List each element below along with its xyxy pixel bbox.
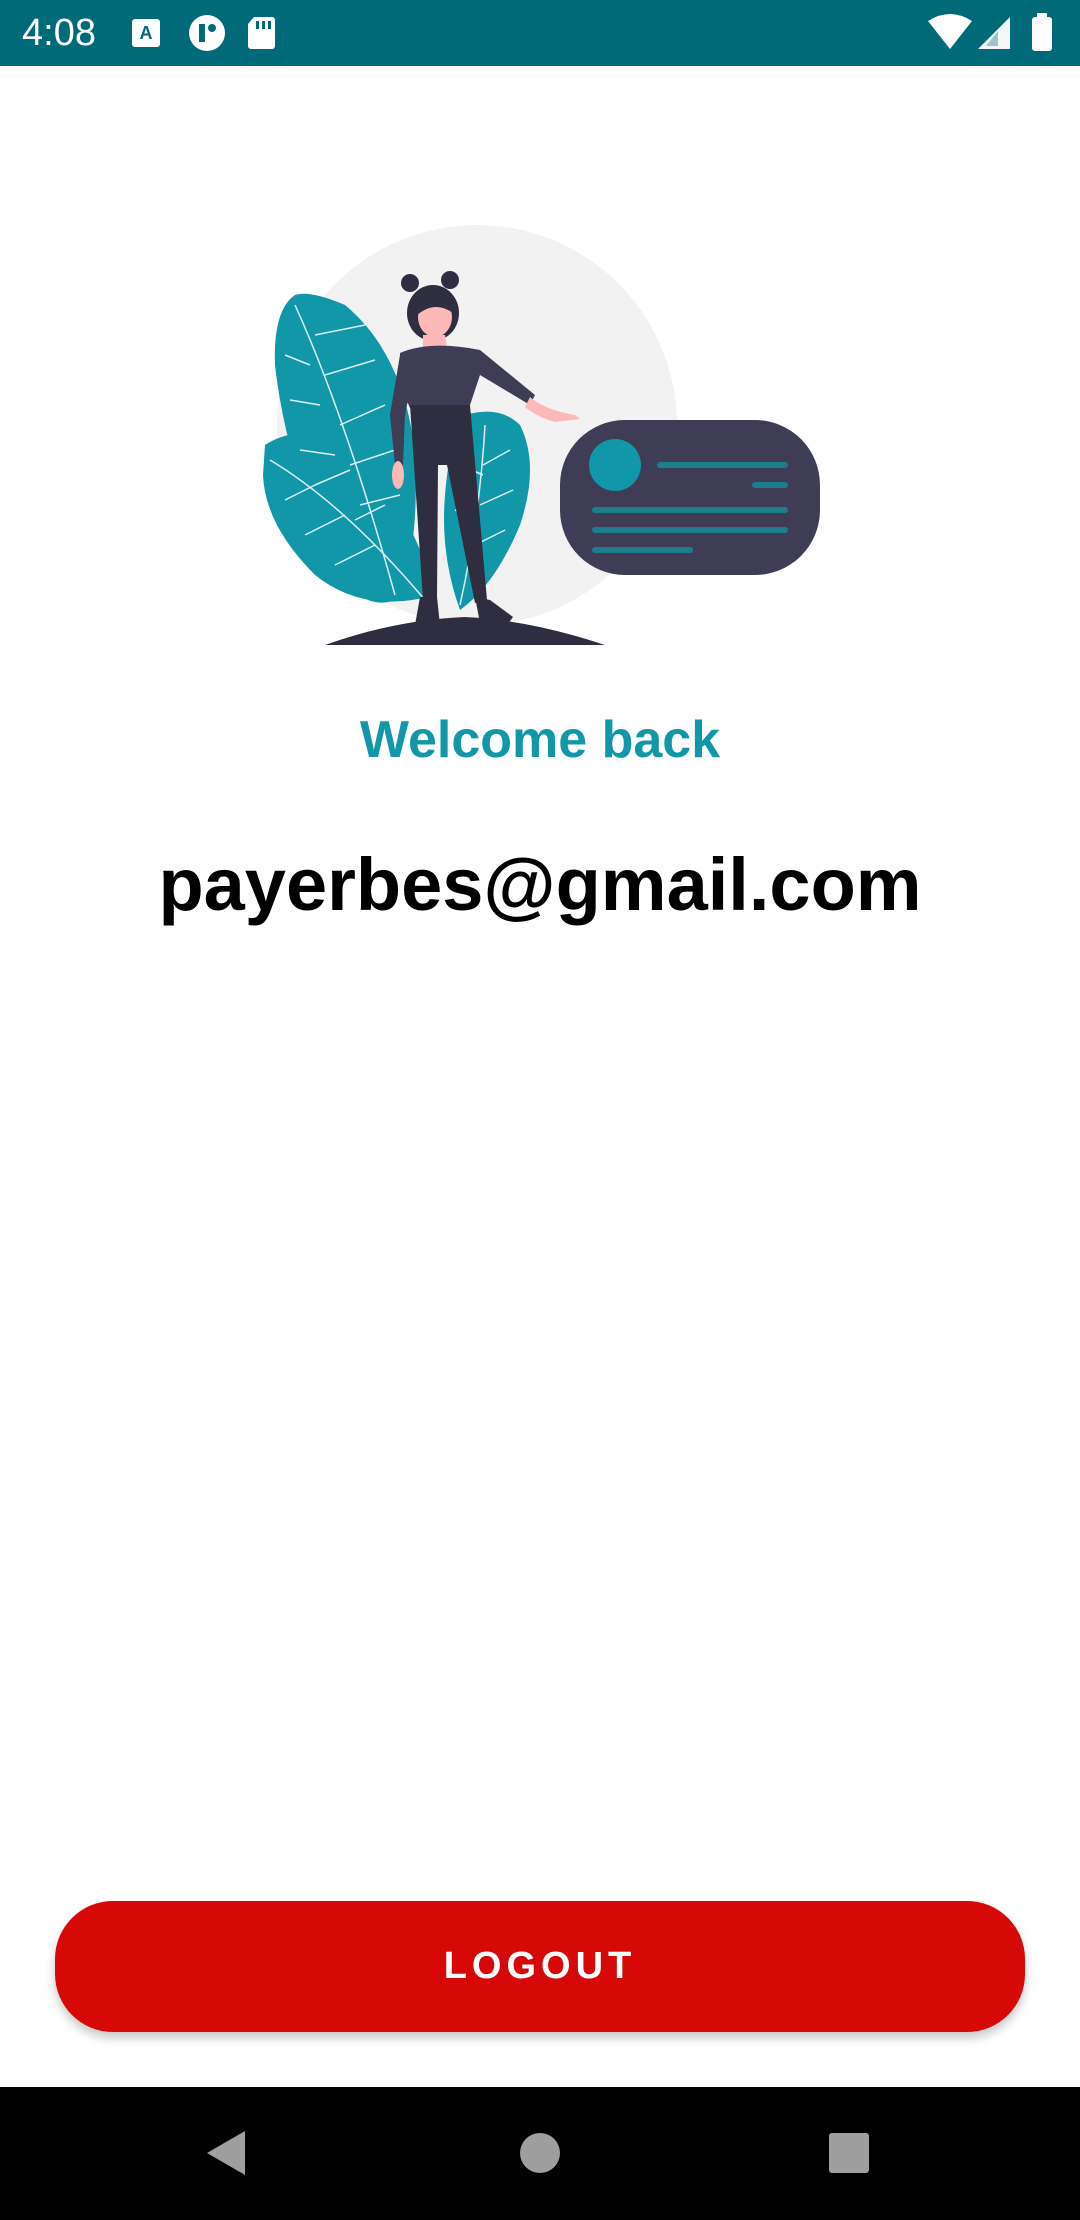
battery-icon <box>1032 13 1052 51</box>
wifi-icon <box>928 14 972 49</box>
screen: 4:08 A Welcome back payerbes@gmail.com L… <box>0 0 1080 2220</box>
status-time: 4:08 <box>22 12 96 54</box>
svg-text:A: A <box>140 23 153 43</box>
home-icon <box>520 2133 560 2173</box>
welcome-illustration <box>263 225 820 645</box>
recents-button[interactable] <box>813 2117 885 2189</box>
status-left-icons: A <box>130 15 290 51</box>
welcome-heading: Welcome back <box>359 711 721 769</box>
status-bar: 4:08 A <box>0 0 1080 66</box>
status-right-icons <box>928 13 1058 53</box>
back-icon <box>207 2131 245 2175</box>
navigation-bar <box>0 2087 1080 2220</box>
home-button[interactable] <box>504 2117 576 2189</box>
logout-button[interactable]: LOGOUT <box>55 1901 1025 2032</box>
keyboard-a-icon: A <box>132 19 160 47</box>
sd-card-icon <box>248 17 275 49</box>
app-notification-icon <box>189 15 225 51</box>
back-button[interactable] <box>190 2117 262 2189</box>
user-email: payerbes@gmail.com <box>158 843 922 926</box>
recents-icon <box>829 2133 869 2173</box>
